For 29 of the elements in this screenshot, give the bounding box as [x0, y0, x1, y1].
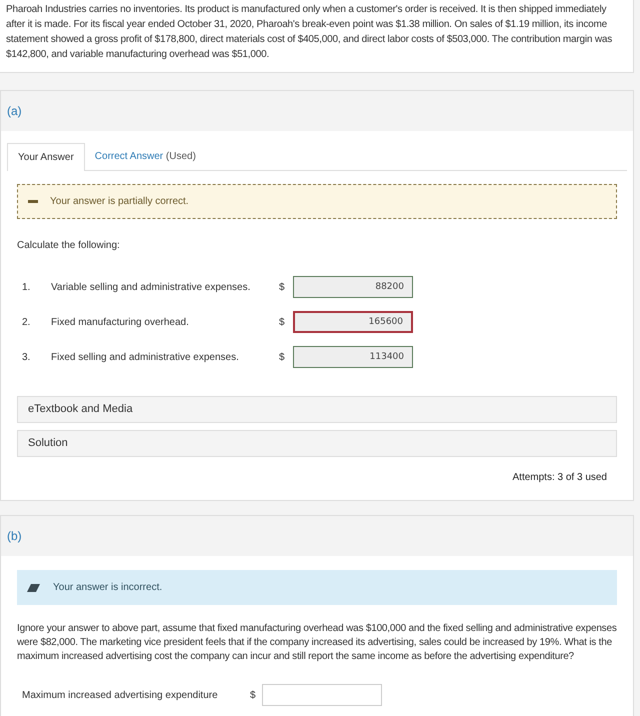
- item-label: Fixed selling and administrative expenses.: [51, 350, 240, 364]
- item-label: Variable selling and administrative expenses.: [51, 280, 252, 294]
- answer-field[interactable]: [262, 684, 382, 706]
- eraser-icon: [27, 582, 41, 592]
- part-label: (b): [7, 528, 22, 545]
- answer-field[interactable]: 165600: [293, 311, 413, 333]
- attempts-text: Attempts: 3 of 3 used: [512, 472, 607, 483]
- feedback-text: Your answer is incorrect.: [53, 581, 162, 595]
- resource-panel[interactable]: eTextbook and Media: [17, 396, 617, 423]
- field-label: Maximum increased advertising expenditure: [22, 688, 219, 702]
- item-number: 2.: [22, 316, 32, 330]
- part-label: (a): [7, 103, 22, 120]
- item-number: 3.: [22, 350, 32, 364]
- resource-panel[interactable]: Solution: [17, 430, 617, 457]
- item-label: Fixed manufacturing overhead.: [51, 316, 190, 330]
- currency-sign: $: [279, 316, 286, 330]
- answer-field[interactable]: 88200: [293, 276, 413, 298]
- intro-text: Pharoah Industries carries no inventories. Its product is manufactured only when a customer's order is received. It is then shipped immediately after it is made. For its fiscal year ended October 31, 2020, Pharoah's break-even point was $1.38 million. On sales of $1.19 million, its income statement showed a gross profit of $178,800, direct materials cost of $405,000, and direct labor costs of $503,000. The contribution margin was $142,800, and variable manufacturing overhead was $51,000.: [6, 3, 614, 62]
- minus-icon: [28, 200, 38, 203]
- currency-sign: $: [279, 280, 286, 294]
- item-number: 1.: [22, 280, 32, 294]
- currency-sign: $: [279, 350, 286, 364]
- feedback-text: Your answer is partially correct.: [50, 195, 189, 209]
- answer-tab[interactable]: Correct Answer (Used): [84, 142, 206, 170]
- currency-sign: $: [250, 688, 257, 702]
- question-text: Ignore your answer to above part, assume that fixed manufacturing overhead was $100,000 and the fixed selling and administrative expenses were $82,000. The marketing vice president feels that if the company increased its advertising, sales could be increased by 19%. What is the maximum increased advertising cost the company can incur and still report the same income as before the advertising expenditure?: [17, 622, 617, 664]
- answer-field[interactable]: 113400: [293, 346, 413, 368]
- prompt-text: Calculate the following:: [17, 239, 121, 253]
- answer-tab[interactable]: Your Answer: [7, 143, 85, 171]
